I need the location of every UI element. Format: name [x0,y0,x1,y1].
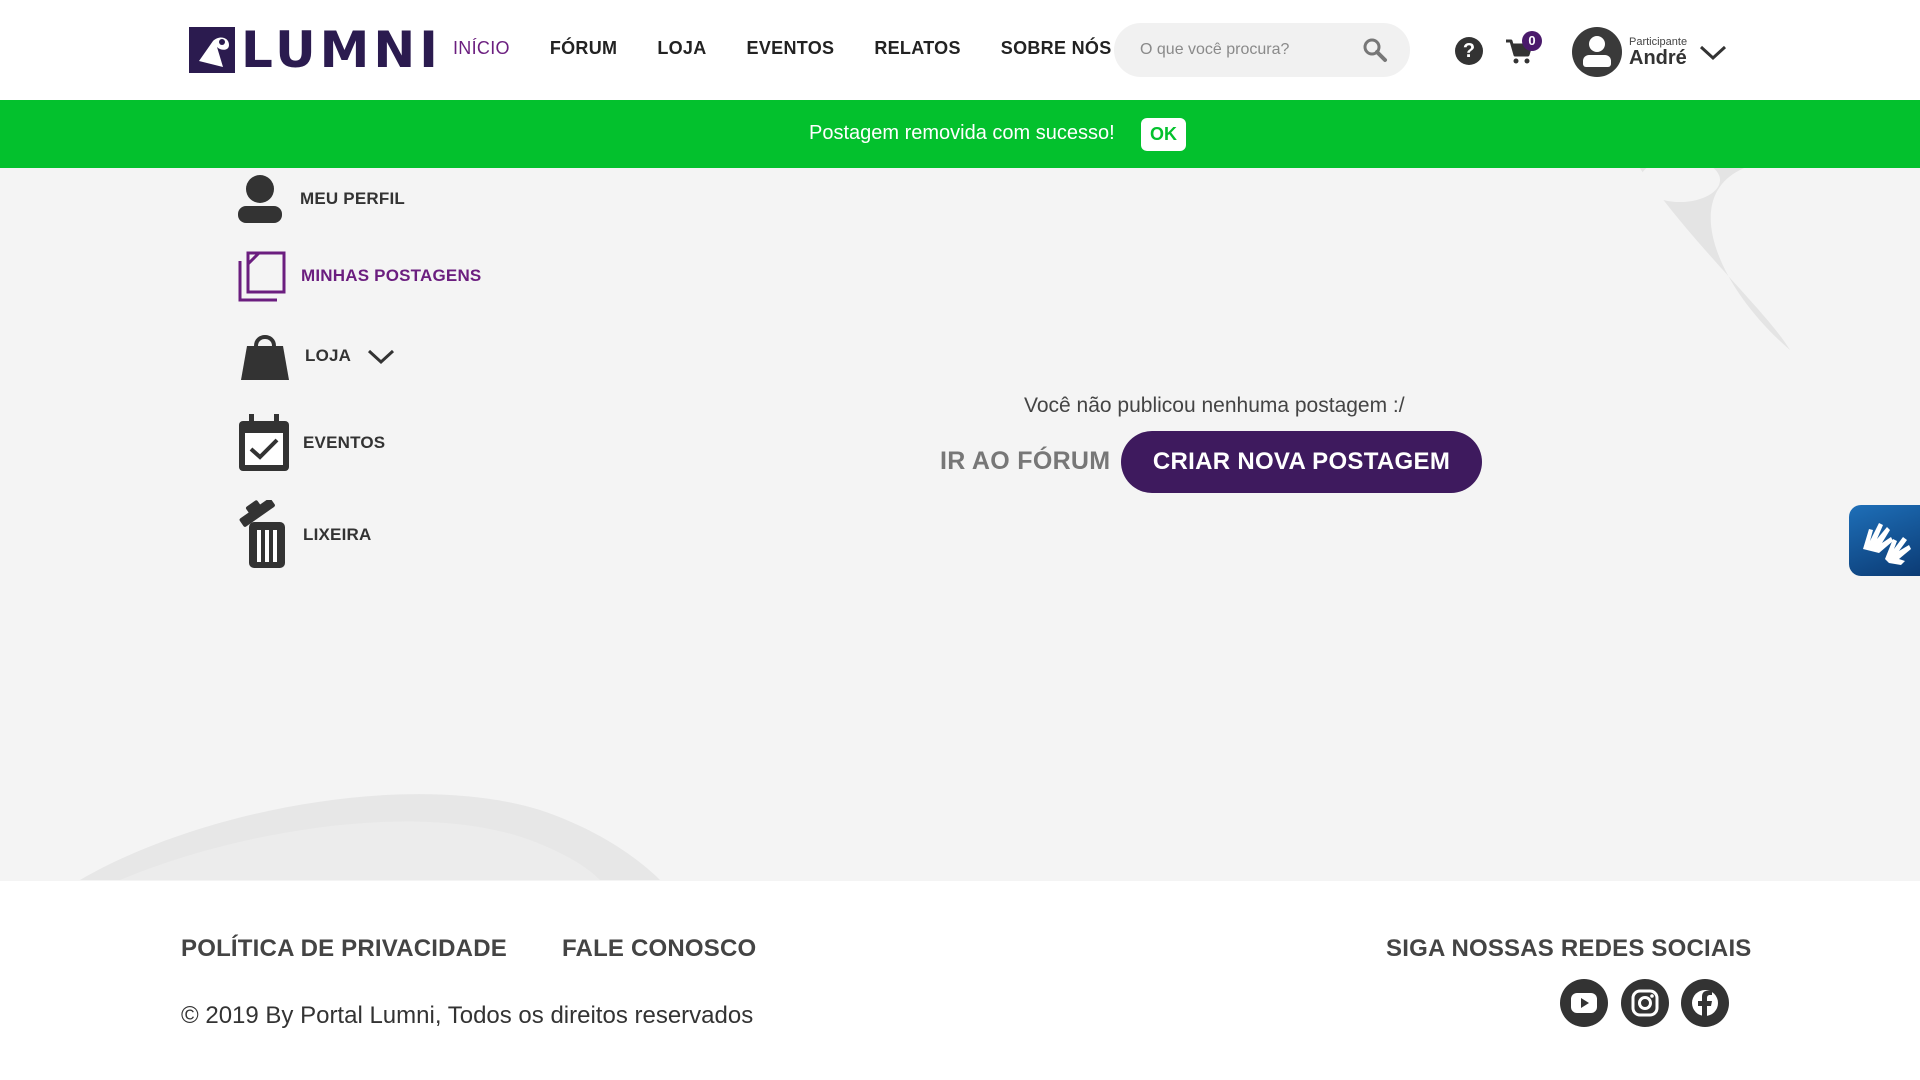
avatar [1572,27,1622,77]
sidebar-item-label: EVENTOS [303,433,386,452]
instagram-icon[interactable] [1621,979,1669,1027]
sidebar-item-label: LIXEIRA [303,525,372,544]
sidebar-item-label: LOJA [305,346,352,365]
logo-text: LUMNI [241,21,442,79]
trash-icon [239,500,285,568]
search-input[interactable] [1140,41,1350,59]
search-box [1114,23,1410,77]
cart-count-badge: 0 [1522,31,1542,51]
chevron-down-icon[interactable] [1699,42,1727,62]
sidebar-item-meu-perfil[interactable]: MEU PERFIL [237,174,405,224]
footer: POLÍTICA DE PRIVACIDADE FALE CONOSCO © 2… [0,881,1920,1080]
user-menu[interactable]: Participante André [1572,27,1727,77]
nav-forum[interactable]: FÓRUM [550,38,618,59]
search-icon[interactable] [1362,37,1388,63]
success-banner: Postagem removida com sucesso! [0,100,1920,168]
help-icon[interactable]: ? [1455,37,1483,65]
shopping-bag-icon [241,335,289,380]
nav-relatos[interactable]: RELATOS [874,38,960,59]
banner-ok-button[interactable]: OK [1141,118,1186,151]
create-post-button[interactable]: CRIAR NOVA POSTAGEM [1121,431,1482,493]
empty-state-message: Você não publicou nenhuma postagem :/ [1024,394,1405,417]
copyright-text: © 2019 By Portal Lumni, Todos os direito… [181,1002,754,1029]
privacy-policy-link[interactable]: POLÍTICA DE PRIVACIDADE [181,935,507,963]
social-title: SIGA NOSSAS REDES SOCIAIS [1386,935,1752,962]
background-decoration [80,780,680,880]
sidebar-item-loja[interactable]: LOJA [239,330,395,382]
lumni-logo[interactable]: LUMNI [189,25,442,75]
banner-message: Postagem removida com sucesso! [809,122,1115,144]
posts-icon [238,251,286,302]
facebook-icon[interactable] [1681,979,1729,1027]
logo-icon [189,27,235,73]
go-to-forum-link[interactable]: IR AO FÓRUM [940,447,1110,476]
main-nav: INÍCIO FÓRUM LOJA EVENTOS RELATOS SOBRE … [453,38,1152,59]
contact-link[interactable]: FALE CONOSCO [562,935,756,963]
sidebar-item-lixeira[interactable]: LIXEIRA [237,500,371,570]
user-icon [238,175,282,223]
sidebar-item-minhas-postagens[interactable]: MINHAS POSTAGENS [237,250,481,302]
sign-language-widget[interactable] [1849,505,1920,576]
chevron-down-icon[interactable] [367,346,395,366]
calendar-check-icon [239,414,289,471]
youtube-icon[interactable] [1560,979,1608,1027]
nav-inicio[interactable]: INÍCIO [453,38,510,59]
sidebar-item-eventos[interactable]: EVENTOS [237,413,385,473]
user-name: André [1629,47,1687,69]
sign-language-hands-icon [1863,523,1911,565]
sidebar-item-label: MINHAS POSTAGENS [301,266,482,285]
nav-sobre-nos[interactable]: SOBRE NÓS [1001,38,1112,59]
top-header: LUMNI INÍCIO FÓRUM LOJA EVENTOS RELATOS … [0,0,1920,100]
sidebar-item-label: MEU PERFIL [300,189,405,208]
nav-loja[interactable]: LOJA [657,38,706,59]
nav-eventos[interactable]: EVENTOS [747,38,835,59]
